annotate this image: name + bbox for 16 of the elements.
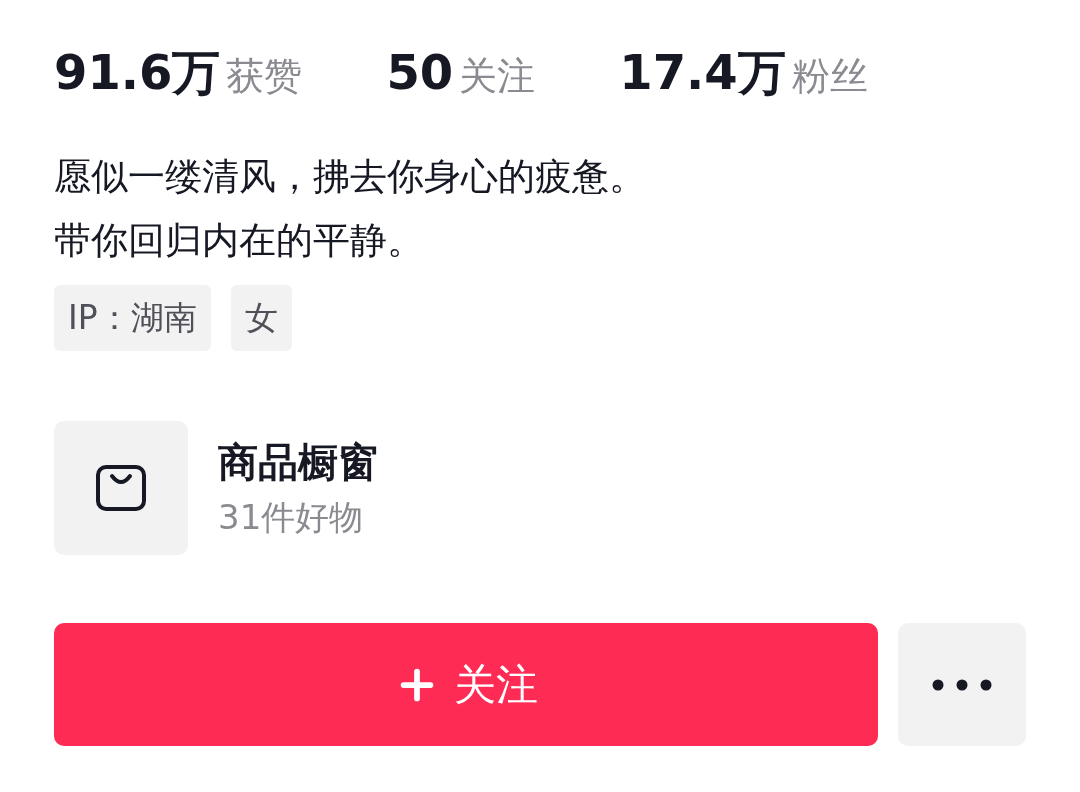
stat-value: 50 (386, 48, 454, 96)
stat-label: 关注 (459, 57, 536, 95)
bio-text: 愿似一缕清风，拂去你身心的疲惫。 (54, 154, 647, 200)
profile-tag: 女 (230, 285, 292, 351)
shop-subtitle: 31件好物 (218, 500, 365, 534)
stat-label: 获赞 (226, 57, 303, 95)
shop-title[interactable]: 商品橱窗 (218, 442, 378, 482)
bio-text: 带你回归内在的平静。 (54, 218, 425, 264)
stat-value: 91.6万 (54, 48, 221, 96)
shopping-bag-icon (95, 464, 147, 512)
shop-icon-tile[interactable] (54, 421, 188, 555)
stat-label: 粉丝 (791, 57, 868, 95)
stat-value: 17.4万 (619, 48, 786, 96)
profile-tag: IP：湖南 (54, 285, 211, 351)
follow-button[interactable]: 关注 (54, 623, 878, 746)
more-icon (932, 678, 992, 691)
